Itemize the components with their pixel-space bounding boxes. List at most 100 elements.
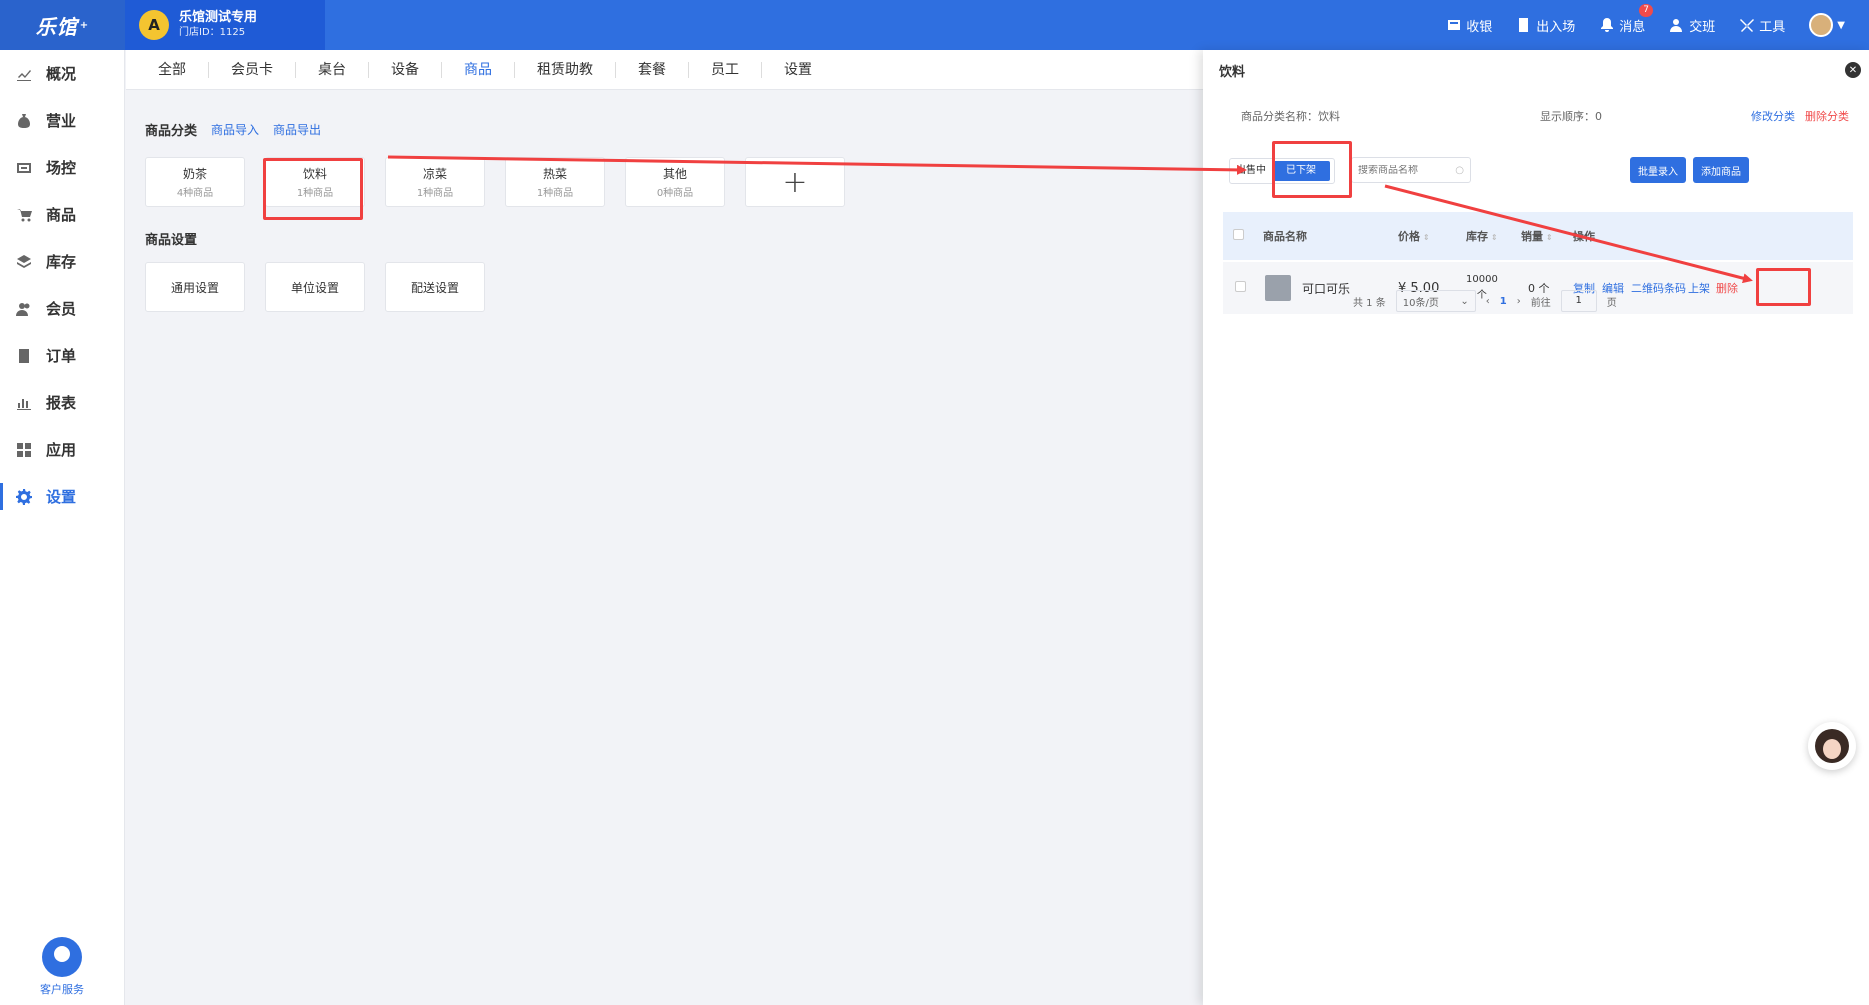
col-header-stock-label: 库存 <box>1466 230 1488 243</box>
app-logo[interactable]: 乐馆 + <box>0 0 125 50</box>
sort-icon: ⇕ <box>1491 233 1498 242</box>
tab-settings[interactable]: 设置 <box>762 62 834 78</box>
top-bar: 乐馆 + A 乐馆测试专用 门店ID：1125 收银 出入场 消息 7 交班 工具 <box>0 0 1869 50</box>
sidebar-item-orders[interactable]: 订单 <box>0 332 124 379</box>
customer-service-button[interactable]: 客户服务 <box>34 937 90 997</box>
order-icon <box>19 348 29 363</box>
message-badge: 7 <box>1639 3 1653 17</box>
col-header-stock[interactable]: 库存 ⇕ <box>1466 228 1498 244</box>
category-count: 4种商品 <box>176 188 214 199</box>
sidebar-item-settings[interactable]: 设置 <box>0 473 124 520</box>
goto-label: 前往 <box>1530 297 1551 309</box>
messages-button[interactable]: 消息 7 <box>1599 3 1653 35</box>
door-icon <box>1519 18 1529 32</box>
settings-section-header: 商品设置 <box>145 229 845 248</box>
sidebar-item-overview[interactable]: 概况 <box>0 50 124 97</box>
table-header: 商品名称 价格 ⇕ 库存 ⇕ 销量 ⇕ 操作 <box>1223 212 1853 260</box>
general-settings-button[interactable]: 通用设置 <box>145 262 245 312</box>
page-size-select[interactable]: 10条/页 ⌄ <box>1395 290 1476 312</box>
product-name: 可口可乐 <box>1302 281 1351 296</box>
tools-icon <box>1740 19 1755 32</box>
sidebar-item-apps[interactable]: 应用 <box>0 426 124 473</box>
col-header-sales-label: 销量 <box>1521 230 1543 243</box>
cashier-label: 收银 <box>1466 19 1493 35</box>
import-products-link[interactable]: 商品导入 <box>211 121 259 138</box>
list-on-shelf-button[interactable]: 上架 <box>1688 280 1710 296</box>
store-name: 乐馆测试专用 <box>179 10 258 25</box>
assistant-face-icon <box>1815 729 1849 763</box>
col-header-sales[interactable]: 销量 ⇕ <box>1521 228 1553 244</box>
cart-icon <box>17 208 32 221</box>
search-icon: ○ <box>1455 164 1464 176</box>
product-settings-content: 商品分类 商品导入 商品导出 奶茶 4种商品 饮料 1种商品 凉菜 1种商品 热… <box>145 120 845 312</box>
tab-rental-assistant[interactable]: 租赁助教 <box>515 61 616 78</box>
col-header-price-label: 价格 <box>1398 230 1420 243</box>
pagination: 共 1 条 10条/页 ⌄ ‹ 1 › 前往 1 页 <box>1353 290 1617 312</box>
tab-products[interactable]: 商品 <box>442 61 515 78</box>
row-checkbox[interactable] <box>1235 281 1246 292</box>
col-header-price[interactable]: 价格 ⇕ <box>1398 228 1430 244</box>
goto-page-input[interactable]: 1 <box>1560 290 1597 312</box>
sidebar-item-business[interactable]: 营业 <box>0 97 124 144</box>
product-search: ○ <box>1351 157 1471 183</box>
sidebar-label: 会员 <box>46 300 77 318</box>
status-on-sale-tab[interactable]: 出售中 <box>1230 159 1272 183</box>
tab-device[interactable]: 设备 <box>369 61 442 78</box>
next-page-button[interactable]: › <box>1517 296 1521 307</box>
delivery-settings-button[interactable]: 配送设置 <box>385 262 485 312</box>
prev-page-button[interactable]: ‹ <box>1486 296 1490 307</box>
tab-package[interactable]: 套餐 <box>616 61 689 78</box>
add-product-button[interactable]: 添加商品 <box>1693 157 1749 183</box>
col-header-name: 商品名称 <box>1263 230 1307 243</box>
sidebar-item-inventory[interactable]: 库存 <box>0 238 124 285</box>
display-order-label: 显示顺序：0 <box>1540 110 1602 123</box>
sidebar-item-reports[interactable]: 报表 <box>0 379 124 426</box>
user-menu[interactable]: ▼ <box>1809 13 1845 37</box>
export-products-link[interactable]: 商品导出 <box>273 121 321 138</box>
tab-member-card[interactable]: 会员卡 <box>209 61 296 78</box>
category-name: 饮料 <box>302 167 327 181</box>
current-page[interactable]: 1 <box>1500 296 1507 307</box>
batch-entry-button[interactable]: 批量录入 <box>1630 157 1686 183</box>
category-section-title: 商品分类 <box>145 124 198 139</box>
sidebar-item-venue[interactable]: 场控 <box>0 144 124 191</box>
panel-header: 饮料 ✕ <box>1203 50 1869 90</box>
status-off-shelf-tab[interactable]: 已下架 <box>1272 161 1330 181</box>
sidebar-item-products[interactable]: 商品 <box>0 191 124 238</box>
category-card-cold-dishes[interactable]: 凉菜 1种商品 <box>385 157 485 207</box>
category-card-hot-dishes[interactable]: 热菜 1种商品 <box>505 157 605 207</box>
close-icon[interactable]: ✕ <box>1845 62 1861 78</box>
handover-button[interactable]: 交班 <box>1669 16 1715 35</box>
store-avatar: A <box>139 10 169 40</box>
tab-staff[interactable]: 员工 <box>689 61 762 78</box>
select-all-checkbox[interactable] <box>1233 229 1244 240</box>
category-card-milktea[interactable]: 奶茶 4种商品 <box>145 157 245 207</box>
product-search-input[interactable] <box>1358 164 1448 176</box>
settings-tabs: 全部 会员卡 桌台 设备 商品 租赁助教 套餐 员工 设置 <box>126 50 1203 90</box>
delete-button[interactable]: 删除 <box>1716 280 1738 296</box>
apps-icon <box>17 442 31 457</box>
venue-icon <box>17 162 31 173</box>
chevron-down-icon: ⌄ <box>1460 295 1469 307</box>
delete-category-link[interactable]: 删除分类 <box>1805 108 1849 124</box>
entry-exit-label: 出入场 <box>1536 19 1576 35</box>
tools-button[interactable]: 工具 <box>1739 16 1785 35</box>
members-icon <box>16 302 30 316</box>
tab-table[interactable]: 桌台 <box>296 61 369 78</box>
gear-icon <box>16 488 32 505</box>
cashier-button[interactable]: 收银 <box>1446 16 1492 35</box>
unit-settings-button[interactable]: 单位设置 <box>265 262 365 312</box>
entry-exit-button[interactable]: 出入场 <box>1516 16 1575 35</box>
sidebar-label: 设置 <box>46 488 77 506</box>
add-category-button[interactable]: + <box>745 157 845 207</box>
category-card-other[interactable]: 其他 0种商品 <box>625 157 725 207</box>
sidebar: 概况 营业 场控 商品 库存 会员 订单 报表 应用 设置 客户服务 <box>0 50 125 1005</box>
assistant-avatar-button[interactable] <box>1808 722 1856 770</box>
category-card-drinks[interactable]: 饮料 1种商品 <box>265 157 365 207</box>
sidebar-item-members[interactable]: 会员 <box>0 285 124 332</box>
barcode-button[interactable]: 二维码条码 <box>1631 280 1686 296</box>
store-switcher[interactable]: A 乐馆测试专用 门店ID：1125 <box>125 0 325 50</box>
chart-icon <box>17 69 31 81</box>
tab-all[interactable]: 全部 <box>136 61 209 78</box>
edit-category-link[interactable]: 修改分类 <box>1751 108 1795 124</box>
